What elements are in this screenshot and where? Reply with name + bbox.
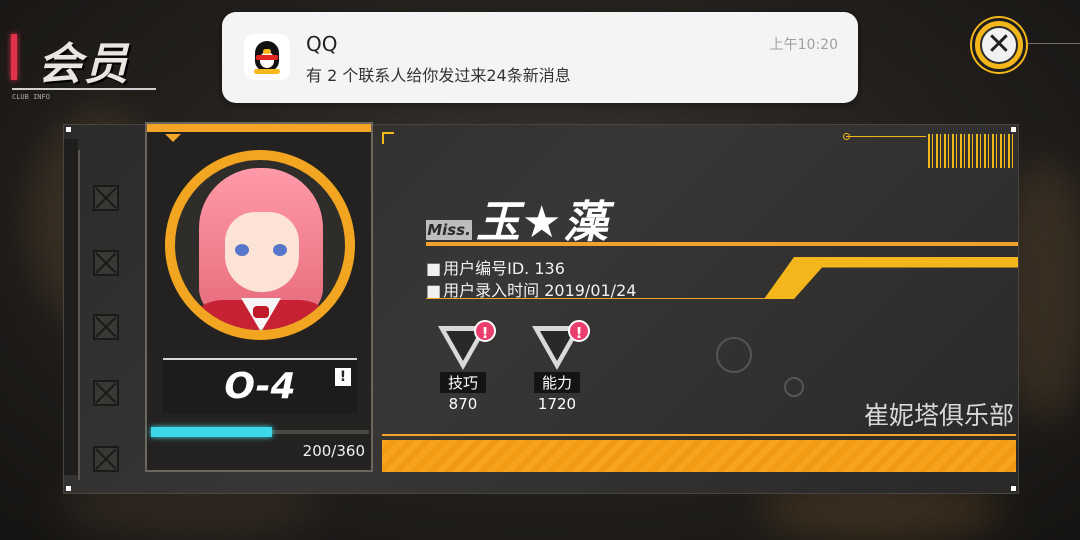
stat-value: 1720 [537, 395, 577, 413]
exp-text: 200/360 [302, 442, 365, 460]
page-title: 会员 [38, 39, 130, 90]
honorific-badge: Miss. [426, 220, 472, 240]
close-button[interactable]: ✕ [972, 18, 1026, 72]
rank-label: O-4 [224, 366, 296, 407]
barcode-decoration [928, 134, 1014, 168]
circuit-decoration [784, 377, 804, 397]
name-underline [426, 242, 1018, 246]
card-corner [1011, 486, 1016, 491]
side-slot-icon[interactable] [93, 446, 119, 472]
close-icon: ✕ [980, 26, 1018, 64]
notification-time: 上午10:20 [769, 37, 838, 53]
side-slot-icon[interactable] [93, 250, 119, 276]
side-slot-icon[interactable] [93, 185, 119, 211]
user-name: 玉★藻 [476, 197, 610, 248]
panel-top-bar [147, 124, 371, 132]
character-panel[interactable]: O-4 ! 200/360 [145, 122, 373, 472]
notification-app-name: QQ [306, 32, 338, 56]
stat-value: 870 [448, 395, 478, 413]
card-left-strip [64, 139, 78, 475]
bottom-stripe-bar [382, 440, 1016, 472]
side-slot-icon[interactable] [93, 314, 119, 340]
notification-message: 有 2 个联系人给你发过来24条新消息 [306, 66, 571, 85]
bottom-rule [382, 434, 1016, 436]
close-line-decoration [1026, 43, 1080, 44]
rank-box: O-4 ! [163, 358, 357, 414]
panel-notch [165, 134, 181, 142]
page-subtitle: CLUB INFO [12, 93, 50, 101]
side-slot-icon[interactable] [93, 380, 119, 406]
exp-progress-bar [151, 427, 369, 437]
info-underline [426, 298, 766, 299]
corner-tag-icon [382, 132, 394, 144]
stat-skill[interactable]: ! 技巧 870 [428, 320, 498, 413]
qq-penguin-icon [244, 34, 290, 80]
stat-ability[interactable]: ! 能力 1720 [522, 320, 592, 413]
user-id: 用户编号ID. 136 [426, 255, 565, 279]
header-underline [12, 88, 156, 90]
side-rail [78, 150, 80, 480]
avatar[interactable] [165, 150, 355, 340]
deco-line [846, 136, 926, 137]
stat-label: 技巧 [439, 372, 486, 393]
circuit-decoration [716, 337, 752, 373]
alert-badge: ! [568, 320, 590, 342]
card-corner [1011, 127, 1016, 132]
club-name: 崔妮塔俱乐部 [863, 401, 1014, 430]
card-corner [66, 127, 71, 132]
rank-alert-icon[interactable]: ! [335, 368, 351, 386]
stat-label: 能力 [533, 372, 580, 393]
header-accent-bar [11, 34, 17, 80]
exp-progress-fill [151, 427, 272, 437]
avatar-portrait [175, 160, 345, 330]
alert-badge: ! [474, 320, 496, 342]
card-corner [66, 486, 71, 491]
notification-banner[interactable]: QQ 有 2 个联系人给你发过来24条新消息 上午10:20 [222, 12, 858, 103]
